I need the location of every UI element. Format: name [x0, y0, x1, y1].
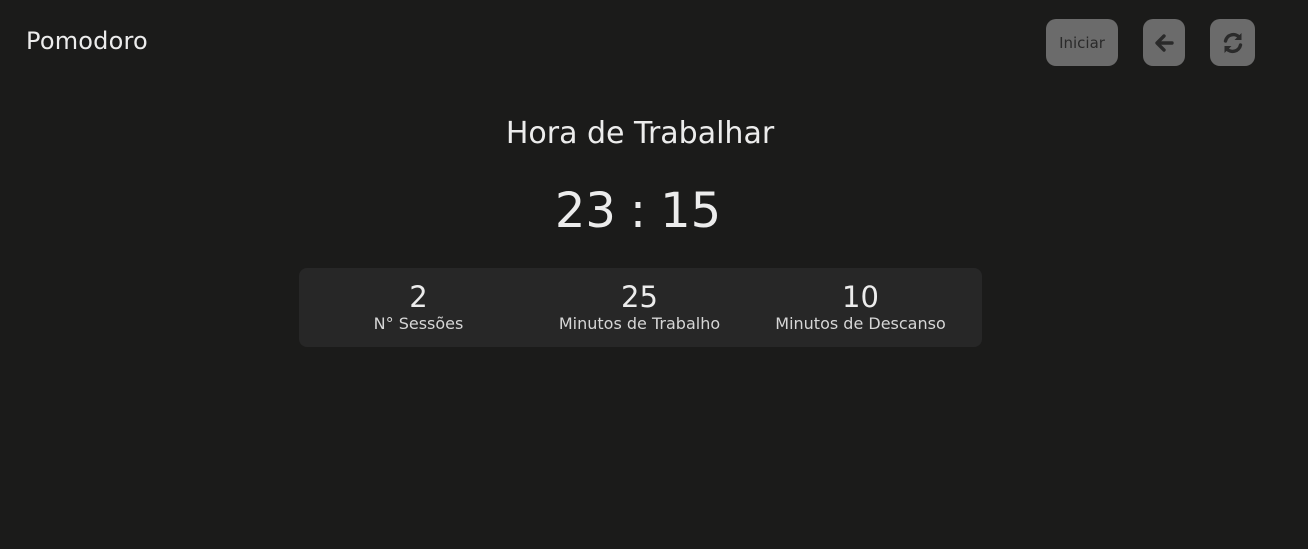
stat-value: 25	[621, 280, 658, 314]
stat-value: 10	[842, 280, 879, 314]
timer-display: 23 : 15	[0, 182, 1276, 240]
stats-panel: 2 N° Sessões 25 Minutos de Trabalho 10 M…	[299, 268, 982, 347]
stat-label: Minutos de Trabalho	[558, 314, 721, 333]
start-button[interactable]: Iniciar	[1046, 19, 1118, 66]
app-title: Pomodoro	[26, 27, 148, 55]
back-button[interactable]	[1143, 19, 1185, 66]
stat-work-minutes: 25 Minutos de Trabalho	[529, 280, 750, 334]
stat-sessions: 2 N° Sessões	[308, 280, 529, 334]
reset-button[interactable]	[1210, 19, 1255, 66]
stat-rest-minutes: 10 Minutos de Descanso	[750, 280, 971, 334]
timer-minutes: 23	[554, 183, 616, 239]
timer-seconds: 15	[660, 183, 722, 239]
timer-separator: :	[629, 183, 647, 239]
stat-label: N° Sessões	[373, 314, 464, 333]
stat-value: 2	[409, 280, 428, 314]
stat-label: Minutos de Descanso	[775, 314, 946, 333]
arrow-left-icon	[1152, 31, 1176, 55]
refresh-icon	[1219, 29, 1247, 57]
phase-title: Hora de Trabalhar	[505, 116, 775, 151]
